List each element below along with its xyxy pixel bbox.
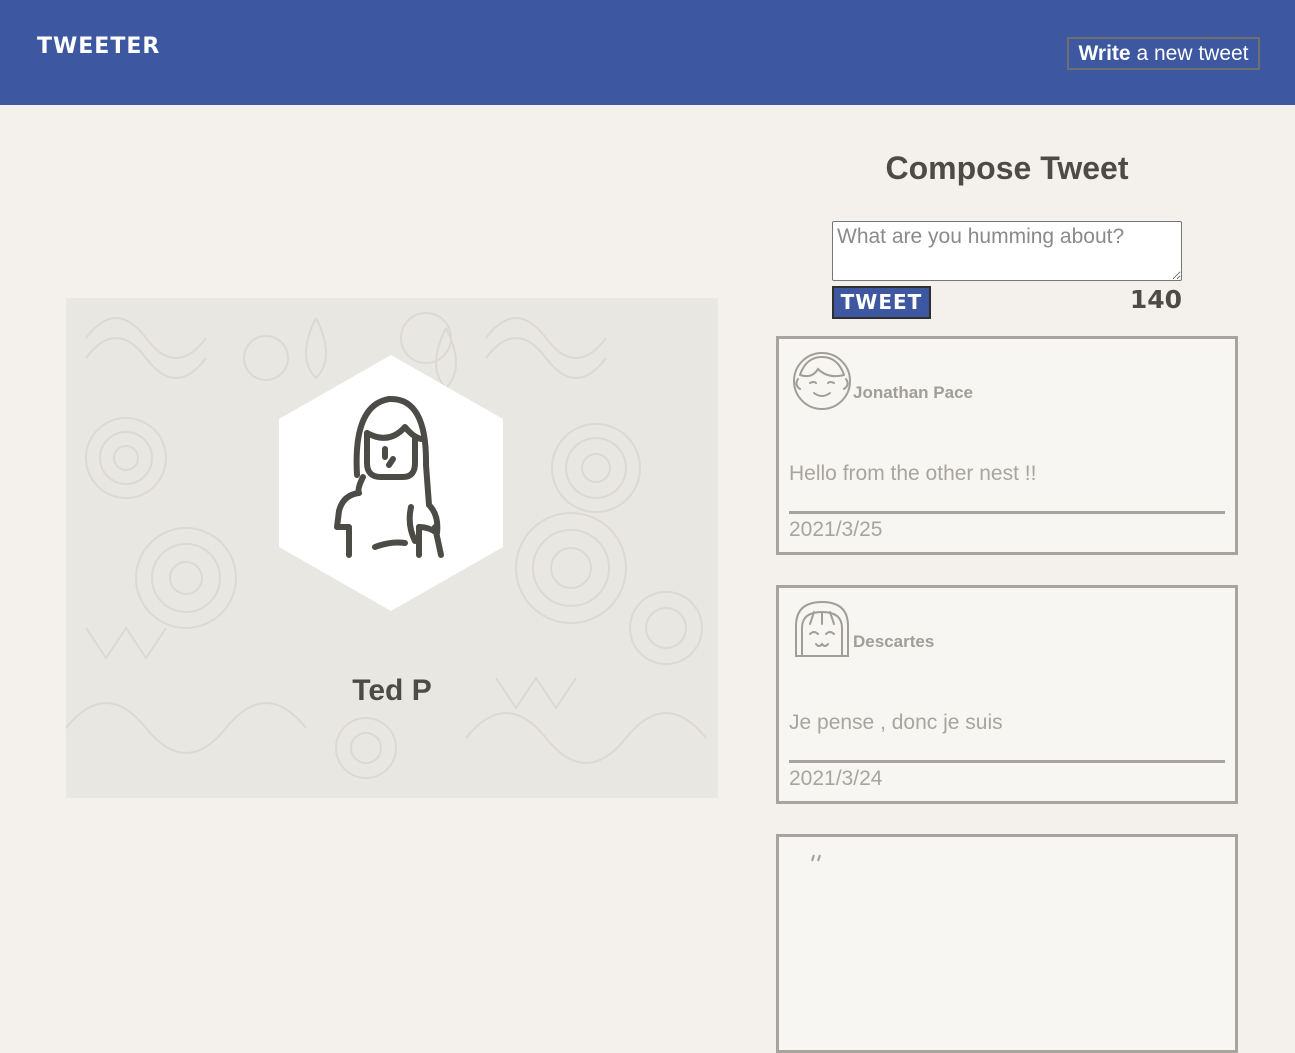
- tweet-divider: [789, 511, 1225, 514]
- tweet-date: 2021/3/24: [789, 767, 883, 790]
- tweet-text: Je pense , donc je suis: [789, 711, 1003, 734]
- tweet-submit-button[interactable]: TWEET: [832, 286, 931, 319]
- app-logo[interactable]: TWEETER: [37, 34, 160, 59]
- tweet-card: [776, 834, 1238, 1053]
- user-avatar-icon: [793, 352, 851, 410]
- tweet-divider: [789, 760, 1225, 763]
- top-nav-bar: TWEETER Write a new tweet: [0, 0, 1295, 105]
- user-avatar-icon: [811, 854, 821, 862]
- tweet-date: 2021/3/25: [789, 518, 883, 541]
- tweet-author: Jonathan Pace: [853, 383, 973, 402]
- compose-title: Compose Tweet: [885, 150, 1129, 186]
- profile-name: Ted P: [352, 674, 432, 707]
- write-button-bold-label: Write: [1078, 42, 1131, 65]
- tweet-card: Jonathan Pace Hello from the other nest …: [776, 336, 1238, 555]
- profile-avatar: [279, 355, 503, 611]
- character-counter: 140: [1129, 285, 1182, 314]
- write-new-tweet-button[interactable]: Write a new tweet: [1067, 37, 1260, 70]
- tweet-card: Descartes Je pense , donc je suis 2021/3…: [776, 585, 1238, 804]
- tweet-text: Hello from the other nest !!: [789, 462, 1037, 485]
- user-avatar-icon: [795, 600, 849, 657]
- tweet-text-input[interactable]: [832, 221, 1182, 281]
- tweet-author: Descartes: [853, 632, 935, 651]
- write-button-label: a new tweet: [1130, 42, 1249, 65]
